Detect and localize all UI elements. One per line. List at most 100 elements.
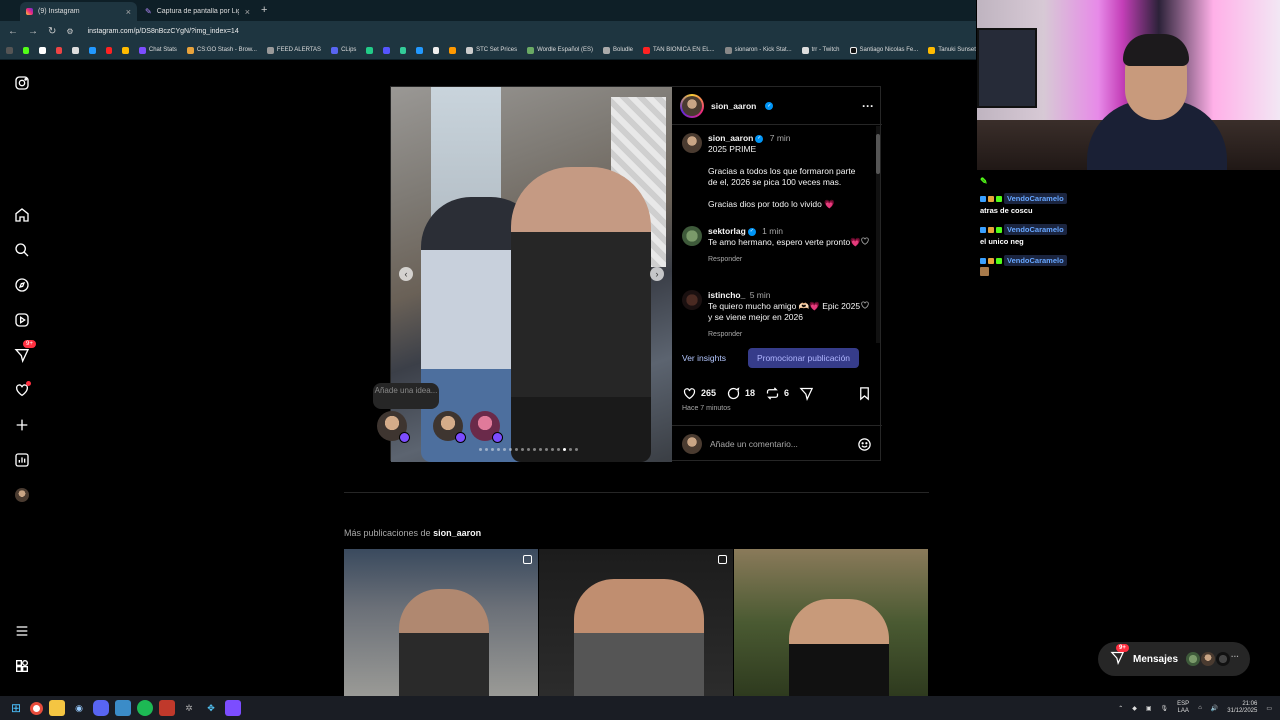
- back-icon[interactable]: ←: [8, 26, 18, 37]
- bookmark-stc[interactable]: STC Set Prices: [466, 46, 517, 54]
- bookmark-wordle[interactable]: Wordle Español (ES): [527, 46, 593, 54]
- commenter-avatar[interactable]: [682, 226, 702, 246]
- app-icon[interactable]: ✲: [181, 700, 197, 716]
- site-info-icon[interactable]: ⚙: [66, 27, 73, 36]
- likes-count[interactable]: 265: [701, 388, 716, 398]
- post-thumbnail[interactable]: [344, 549, 538, 696]
- bookmark-tiktok[interactable]: Santiago Nicolas Fe...: [849, 46, 918, 54]
- notification-icon[interactable]: ▭: [1266, 705, 1272, 712]
- discord-icon[interactable]: [93, 700, 109, 716]
- steam-icon[interactable]: ◉: [71, 700, 87, 716]
- reload-icon[interactable]: ↻: [48, 26, 56, 37]
- comments-count[interactable]: 18: [745, 388, 755, 398]
- reply-button[interactable]: Responder: [708, 254, 862, 265]
- close-tab-icon[interactable]: ×: [126, 7, 131, 17]
- kick-icon[interactable]: [22, 46, 30, 54]
- reply-button[interactable]: Responder: [708, 329, 862, 340]
- story-avatar[interactable]: [433, 411, 466, 443]
- tab-instagram[interactable]: (9) Instagram ×: [20, 2, 137, 21]
- author-avatar[interactable]: [680, 93, 704, 118]
- home-icon[interactable]: [13, 206, 31, 224]
- file-explorer-icon[interactable]: [49, 700, 65, 716]
- reposts-count[interactable]: 6: [784, 388, 789, 398]
- bookmark-clips[interactable]: CLips: [331, 46, 356, 54]
- chrome-icon[interactable]: [30, 701, 43, 715]
- commenter-avatar[interactable]: [682, 133, 702, 153]
- profile-avatar[interactable]: [13, 486, 31, 504]
- bookmark-csgo-stash[interactable]: CS:GO Stash - Brow...: [186, 46, 257, 54]
- comment-username[interactable]: istincho_: [708, 290, 745, 300]
- bookmark-boludle[interactable]: Boludle: [603, 46, 633, 54]
- network-icon[interactable]: ⌂: [1198, 705, 1202, 711]
- add-note-bubble[interactable]: Añade una idea...: [373, 383, 439, 409]
- volume-icon[interactable]: 🔊: [1211, 705, 1218, 712]
- like-comment-icon[interactable]: [860, 300, 870, 310]
- bookmark-tanuki[interactable]: Tanuki Sunset: [928, 46, 976, 54]
- tray-icon[interactable]: ▣: [1146, 705, 1152, 712]
- repost-icon[interactable]: [765, 386, 780, 401]
- windows-start-icon[interactable]: ⊞: [8, 700, 24, 716]
- new-tab-button[interactable]: +: [261, 4, 267, 16]
- explore-icon[interactable]: [13, 276, 31, 294]
- create-icon[interactable]: [13, 416, 31, 434]
- messages-button[interactable]: 9+ Mensajes ···: [1098, 642, 1250, 676]
- commenter-avatar[interactable]: [682, 290, 702, 310]
- spotify-icon[interactable]: [137, 700, 153, 716]
- bookmark-icon[interactable]: [383, 46, 390, 54]
- carousel-next-button[interactable]: ›: [650, 267, 664, 281]
- share-icon[interactable]: [799, 386, 814, 401]
- add-comment-input[interactable]: Añade un comentario...: [710, 439, 798, 449]
- post-thumbnail[interactable]: [539, 549, 733, 696]
- instagram-logo-icon[interactable]: [13, 74, 31, 92]
- promote-post-button[interactable]: Promocionar publicación: [747, 348, 860, 368]
- tab-lightshot[interactable]: ✎ Captura de pantalla por Lightsh ×: [139, 2, 256, 21]
- bookmark-icon[interactable]: [449, 46, 457, 54]
- bookmark-icon[interactable]: [122, 46, 129, 54]
- chat-username[interactable]: VendoCaramelo: [1004, 224, 1067, 235]
- tray-chevron-icon[interactable]: ⌃: [1118, 705, 1123, 712]
- notifications-heart-icon[interactable]: [13, 381, 31, 399]
- also-from-meta-icon[interactable]: [13, 657, 31, 675]
- bookmark-icon[interactable]: [89, 46, 96, 54]
- bookmark-icon[interactable]: [39, 46, 46, 54]
- emoji-icon[interactable]: [857, 437, 872, 452]
- carousel-prev-button[interactable]: ‹: [399, 267, 413, 281]
- tray-icon[interactable]: ◆: [1132, 705, 1137, 712]
- dashboard-icon[interactable]: [13, 451, 31, 469]
- bookmark-icon[interactable]: [432, 46, 440, 54]
- author-username[interactable]: sion_aaron: [711, 101, 756, 111]
- save-icon[interactable]: [857, 386, 872, 401]
- more-posts-username[interactable]: sion_aaron: [433, 528, 481, 538]
- youtube-icon[interactable]: [105, 46, 113, 54]
- chat-username[interactable]: VendoCaramelo: [1004, 193, 1067, 204]
- view-insights-button[interactable]: Ver insights: [682, 353, 726, 363]
- messages-icon[interactable]: 9+: [13, 340, 36, 364]
- comments-scrollbar[interactable]: [876, 126, 880, 343]
- comment-icon[interactable]: [726, 386, 741, 401]
- bookmark-icon[interactable]: [72, 46, 80, 54]
- bookmark-twitch[interactable]: trr - Twitch: [801, 46, 840, 54]
- story-avatar[interactable]: [470, 411, 503, 443]
- chat-username[interactable]: VendoCaramelo: [1004, 255, 1067, 266]
- bookmark-chat-stats[interactable]: Chat Stats: [138, 46, 177, 54]
- comment-username[interactable]: sion_aaron: [708, 133, 753, 143]
- apps-icon[interactable]: [6, 46, 13, 54]
- language-indicator[interactable]: ESP LAA: [1177, 701, 1189, 715]
- bookmark-tan-bionica[interactable]: TAN BIONICA EN EL...: [643, 46, 715, 54]
- close-tab-icon[interactable]: ×: [245, 7, 250, 17]
- mic-icon[interactable]: 🎙: [1161, 705, 1169, 712]
- app-icon[interactable]: ✥: [203, 700, 219, 716]
- bookmark-icon[interactable]: [416, 46, 423, 54]
- forward-icon[interactable]: →: [28, 26, 38, 37]
- bookmark-kick-stats[interactable]: sionaron - Kick Stat...: [724, 46, 792, 54]
- like-icon[interactable]: [682, 386, 697, 401]
- comment-username[interactable]: sektorlag: [708, 226, 746, 236]
- app-icon[interactable]: [115, 700, 131, 716]
- menu-icon[interactable]: [13, 622, 31, 640]
- search-icon[interactable]: [13, 241, 31, 259]
- more-options-icon[interactable]: ···: [862, 99, 874, 113]
- bookmark-icon[interactable]: [55, 46, 63, 54]
- bookmark-icon[interactable]: [366, 46, 374, 54]
- story-avatar[interactable]: [377, 411, 410, 443]
- url-input[interactable]: instagram.com/p/DS8nBczCYgN/?img_index=1…: [88, 28, 239, 35]
